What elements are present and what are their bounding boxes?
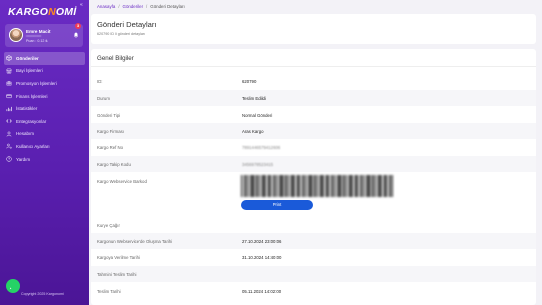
detail-row-type: Gönderi Tipi Normal Gönderi (91, 107, 536, 123)
detail-row-carrier: Kargo Firması Aras Kargo (91, 123, 536, 140)
detail-row-ref-no: Kargo Ref No 7891446579412606 (91, 139, 536, 155)
sidebar-item-gonderiler[interactable]: Gönderiler (4, 52, 85, 65)
sidebar-item-label: Bayi İşlemleri (16, 68, 43, 74)
breadcrumb-separator: / (118, 4, 120, 9)
copyright-text: Copyright 2025 Kargonomi (21, 292, 64, 296)
card-icon (6, 93, 12, 99)
sidebar-item-label: Entegrasyonlar (16, 118, 47, 124)
sidebar-item-label: Hesabım (16, 131, 35, 137)
detail-row-created-date: Kargonun Webservice'de Oluşma Tarihi 27.… (91, 233, 536, 250)
sidebar: KARGONOMİ « Emre Macit •••••••••••• Puan… (0, 0, 89, 305)
user-balance: Puan : 0.12 ₺ (26, 38, 48, 43)
detail-row-status: Durum Teslim Edildi (91, 90, 536, 107)
page-subtitle: 620790 ID li gönderi detayları (97, 32, 146, 36)
detail-label: Durum (97, 96, 110, 101)
whatsapp-icon[interactable] (6, 279, 20, 293)
sidebar-item-promosyon[interactable]: Promosyon İşlemleri (0, 77, 89, 90)
sidebar-item-istatistikler[interactable]: İstatistikler (0, 102, 89, 115)
sidebar-item-entegrasyonlar[interactable]: Entegrasyonlar (0, 115, 89, 128)
card-title: Genel Bilgiler (97, 55, 134, 62)
detail-row-courier: Kurye Çağır (91, 217, 536, 233)
detail-label: Kargonun Webservice'de Oluşma Tarihi (97, 239, 173, 244)
general-info-card: Genel Bilgiler ID: 620790 Durum Teslim E… (91, 49, 536, 305)
detail-row-tracking-code: Kargo Takip Kodu 3456978523415 (91, 156, 536, 173)
sidebar-item-label: İstatistikler (16, 106, 38, 112)
detail-value: 31.10.2024 14:40:00 (242, 255, 282, 260)
user-subtitle: •••••••••••• (26, 34, 42, 38)
detail-label: Kargoya Verilme Tarihi (97, 255, 140, 260)
breadcrumb: Anasayfa / Gönderiler / Gönderi Detayları (97, 4, 185, 9)
breadcrumb-current: Gönderi Detayları (150, 4, 185, 9)
webservice-barcode (241, 175, 393, 197)
sidebar-item-yardim[interactable]: Yardım (0, 153, 89, 166)
sidebar-item-label: Yardım (16, 156, 31, 162)
sidebar-item-label: Kullanıcı Ayarları (16, 143, 50, 149)
package-icon (6, 55, 12, 61)
code-icon (6, 118, 12, 124)
sidebar-item-label: Promosyon İşlemleri (16, 80, 57, 86)
sidebar-item-hesabim[interactable]: Hesabım (0, 128, 89, 141)
divider (91, 66, 536, 67)
user-card[interactable]: Emre Macit •••••••••••• Puan : 0.12 ₺ (5, 24, 83, 47)
sidebar-item-finans[interactable]: Finans İşlemleri (0, 90, 89, 103)
detail-row-delivery-date: Teslim Tarihi 05.11.2024 14:02:00 (91, 283, 536, 299)
notification-badge[interactable]: 3 (75, 23, 81, 29)
detail-label: Kurye Çağır (97, 223, 120, 228)
store-icon (6, 68, 12, 74)
detail-value: 620790 (242, 79, 257, 84)
detail-label: Kargo Firması (97, 129, 124, 134)
detail-row-id: ID: 620790 (91, 73, 536, 89)
breadcrumb-home[interactable]: Anasayfa (97, 4, 115, 9)
detail-label: Kargo Webservice Barkod (97, 179, 147, 184)
page-header-card: Gönderi Detayları 620790 ID li gönderi d… (91, 14, 536, 44)
user-icon (6, 131, 12, 137)
detail-row-estimated-date: Tahmini Teslim Tarihi (91, 266, 536, 283)
detail-value: Teslim Edildi (242, 96, 266, 101)
detail-label: Gönderi Tipi (97, 113, 121, 118)
detail-value: Aras Kargo (242, 129, 264, 134)
detail-value: Normal Gönderi (242, 113, 273, 118)
chart-icon (6, 106, 12, 112)
help-icon (6, 156, 12, 162)
breadcrumb-section[interactable]: Gönderiler (123, 4, 144, 9)
user-cog-icon (6, 143, 12, 150)
avatar[interactable] (9, 28, 23, 42)
detail-value: 27.10.2024 23:00:06 (242, 239, 282, 244)
user-name: Emre Macit (26, 28, 51, 34)
sidebar-item-label: Gönderiler (16, 55, 39, 61)
detail-row-handover-date: Kargoya Verilme Tarihi 31.10.2024 14:40:… (91, 249, 536, 265)
print-button[interactable]: Print (241, 200, 313, 210)
detail-value: 3456978523415 (242, 162, 274, 167)
detail-label: Kargo Takip Kodu (97, 162, 131, 167)
collapse-sidebar-icon[interactable]: « (80, 2, 83, 8)
sidebar-item-bayi[interactable]: Bayi İşlemleri (0, 65, 89, 78)
app-logo[interactable]: KARGONOMİ (8, 6, 76, 18)
detail-value: 7891446579412606 (242, 145, 281, 150)
detail-label: ID: (97, 79, 103, 84)
page-title: Gönderi Detayları (97, 20, 157, 29)
sidebar-item-kullanici-ayarlari[interactable]: Kullanıcı Ayarları (0, 140, 89, 153)
sidebar-item-label: Finans İşlemleri (16, 93, 48, 99)
detail-label: Tahmini Teslim Tarihi (97, 272, 137, 277)
sidebar-nav: Gönderiler Bayi İşlemleri Promosyon İşle… (0, 52, 89, 165)
detail-label: Kargo Ref No (97, 145, 124, 150)
bell-icon[interactable] (73, 32, 79, 38)
detail-label: Teslim Tarihi (97, 289, 121, 294)
gift-icon (6, 80, 12, 86)
breadcrumb-separator: / (146, 4, 148, 9)
detail-value: 05.11.2024 14:02:00 (242, 289, 282, 294)
